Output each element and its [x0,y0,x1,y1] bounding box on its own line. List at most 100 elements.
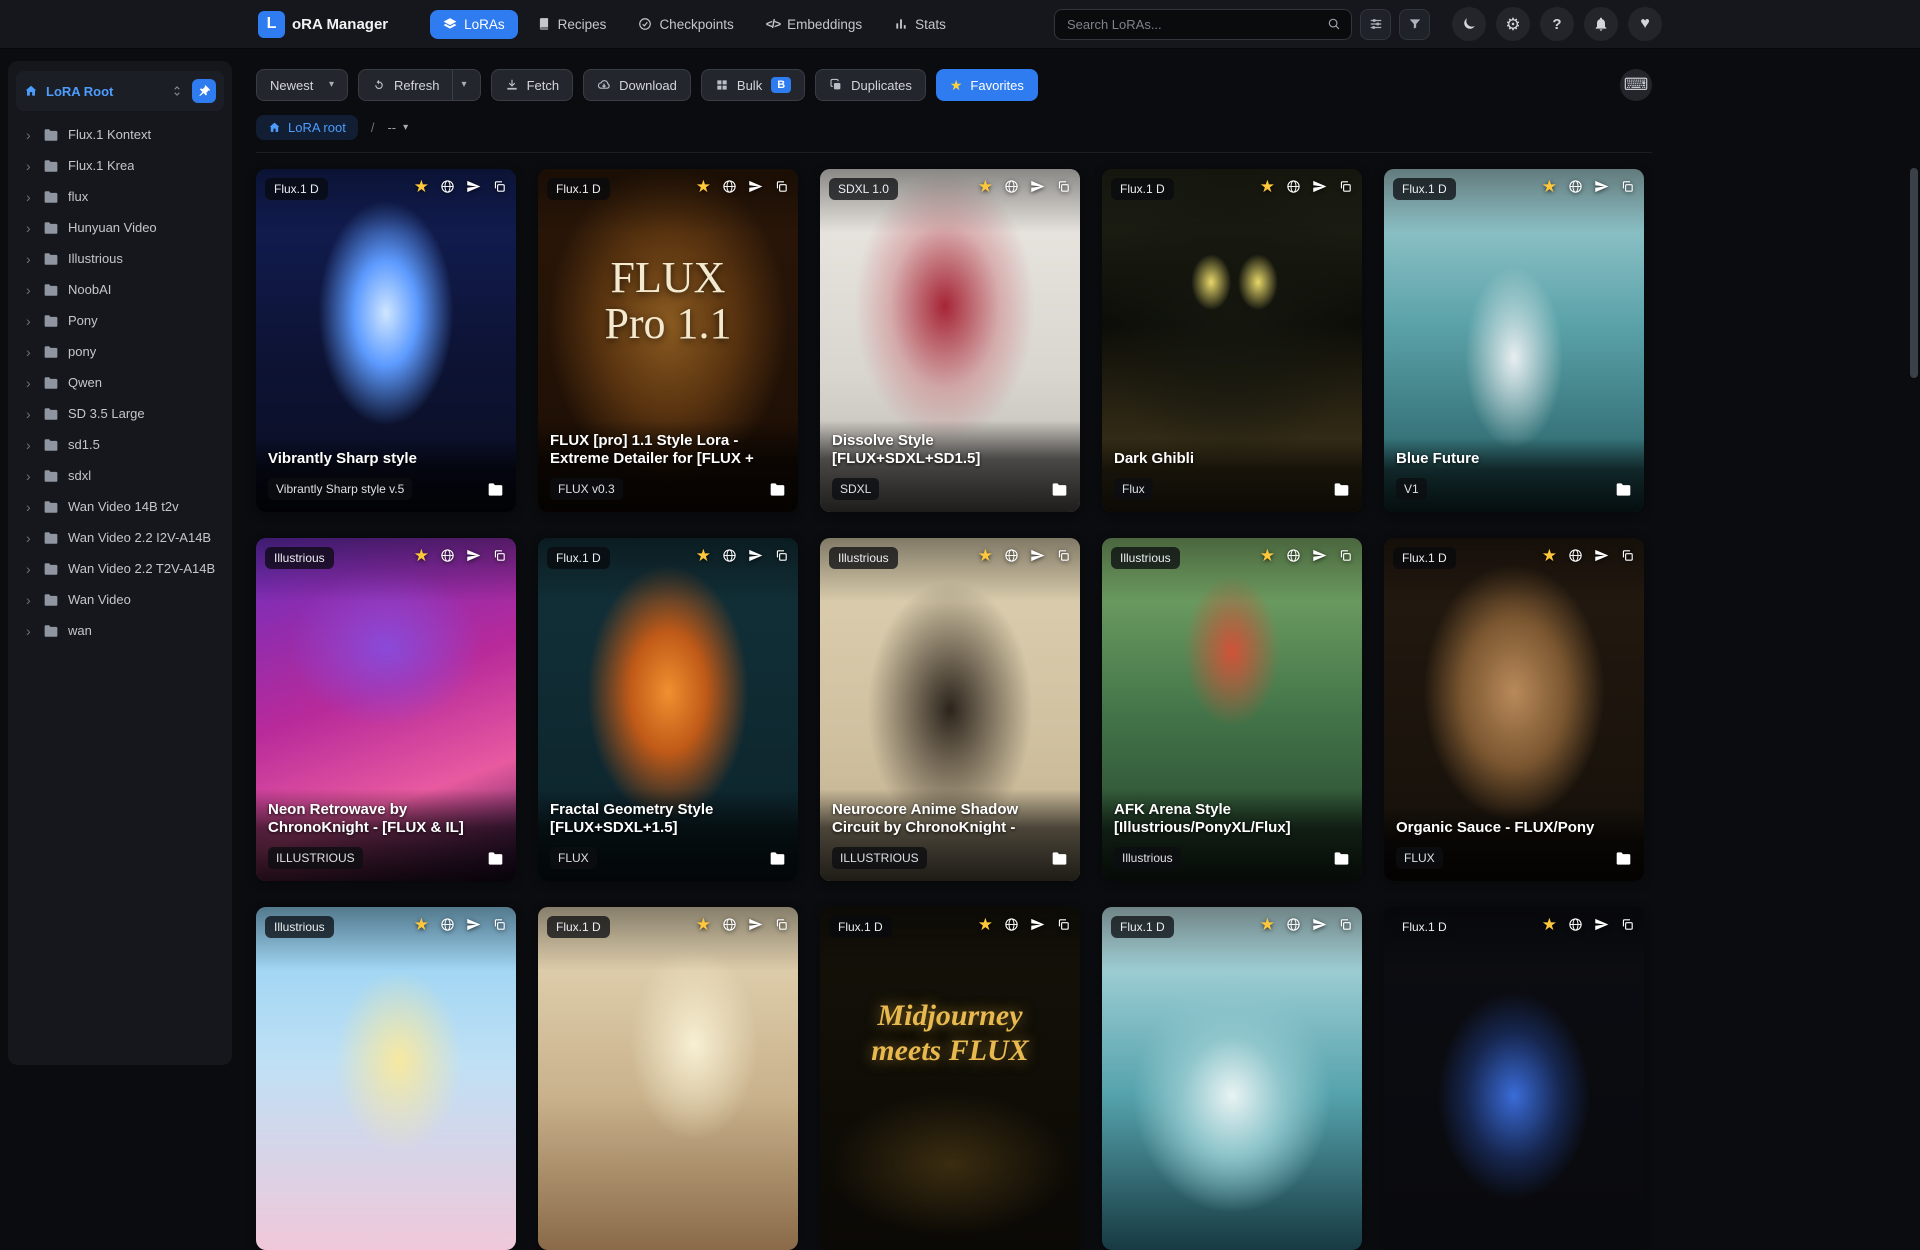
lora-card[interactable]: Flux.1 D ★ [1384,907,1644,1250]
civitai-globe-icon[interactable] [1004,917,1019,932]
favorite-star-icon[interactable]: ★ [1260,547,1275,564]
sidebar-folder-item[interactable]: › Flux.1 Krea [16,150,224,181]
civitai-globe-icon[interactable] [722,917,737,932]
theme-toggle-button[interactable] [1452,7,1486,41]
nav-tab-stats[interactable]: Stats [881,10,959,39]
copy-icon[interactable] [1338,548,1353,563]
send-icon[interactable] [1594,917,1609,932]
chevron-right-icon[interactable]: › [26,500,34,514]
favorite-star-icon[interactable]: ★ [696,178,711,195]
duplicates-button[interactable]: Duplicates [815,69,926,101]
send-icon[interactable] [1030,179,1045,194]
favorite-star-icon[interactable]: ★ [414,547,429,564]
sidebar-folder-item[interactable]: › Wan Video 14B t2v [16,491,224,522]
favorite-star-icon[interactable]: ★ [414,178,429,195]
breadcrumb-root[interactable]: LoRA root [256,115,358,140]
refresh-button[interactable]: Refresh ▾ [358,69,481,101]
lora-card[interactable]: Illustrious ★ Neon Retrowave by ChronoKn… [256,538,516,881]
lora-card[interactable]: Illustrious ★ [256,907,516,1250]
chevron-right-icon[interactable]: › [26,469,34,483]
civitai-globe-icon[interactable] [440,917,455,932]
filter-sliders-button[interactable] [1360,8,1391,40]
scrollbar-thumb[interactable] [1910,168,1918,378]
chevron-right-icon[interactable]: › [26,314,34,328]
copy-icon[interactable] [774,179,789,194]
copy-icon[interactable] [774,917,789,932]
lora-card[interactable]: Illustrious ★ AFK Arena Style [Illustrio… [1102,538,1362,881]
favorite-star-icon[interactable]: ★ [414,916,429,933]
keyboard-shortcuts-button[interactable]: ⌨ [1620,69,1652,101]
search-icon[interactable] [1327,17,1341,31]
lora-card[interactable]: Illustrious ★ Neurocore Anime Shadow Cir… [820,538,1080,881]
nav-tab-loras[interactable]: LoRAs [430,9,518,39]
chevron-right-icon[interactable]: › [26,438,34,452]
copy-icon[interactable] [1338,179,1353,194]
copy-icon[interactable] [774,548,789,563]
send-icon[interactable] [748,548,763,563]
copy-icon[interactable] [492,179,507,194]
move-folder-icon[interactable] [769,482,786,497]
copy-icon[interactable] [1620,179,1635,194]
civitai-globe-icon[interactable] [1568,917,1583,932]
copy-icon[interactable] [1620,548,1635,563]
move-folder-icon[interactable] [1615,851,1632,866]
lora-card[interactable]: Flux.1 D ★ [538,907,798,1250]
favorite-star-icon[interactable]: ★ [978,916,993,933]
chevron-right-icon[interactable]: › [26,252,34,266]
send-icon[interactable] [1594,548,1609,563]
copy-icon[interactable] [492,917,507,932]
sidebar-folder-item[interactable]: › flux [16,181,224,212]
copy-icon[interactable] [1620,917,1635,932]
sidebar-root-item[interactable]: LoRA Root [16,71,224,111]
nav-tab-checkpoints[interactable]: Checkpoints [625,10,746,39]
civitai-globe-icon[interactable] [1004,179,1019,194]
favorites-filter-button[interactable]: ★ Favorites [935,69,1038,101]
move-folder-icon[interactable] [1615,482,1632,497]
favorite-star-icon[interactable]: ★ [696,547,711,564]
favorite-star-icon[interactable]: ★ [1260,916,1275,933]
nav-tab-recipes[interactable]: Recipes [524,10,620,39]
sidebar-folder-item[interactable]: › pony [16,336,224,367]
sidebar-folder-item[interactable]: › Illustrious [16,243,224,274]
page-scrollbar[interactable] [1910,0,1918,1080]
send-icon[interactable] [466,548,481,563]
lora-card[interactable]: Flux.1 D ★ Dark Ghibli Flux [1102,169,1362,512]
lora-card[interactable]: FLUX Pro 1.1 Flux.1 D ★ FLUX [pro] 1.1 S… [538,169,798,512]
lora-card[interactable]: Flux.1 D ★ Vibrantly Sharp style Vibrant… [256,169,516,512]
civitai-globe-icon[interactable] [1286,179,1301,194]
move-folder-icon[interactable] [769,851,786,866]
filter-funnel-button[interactable] [1399,8,1430,40]
civitai-globe-icon[interactable] [722,548,737,563]
favorite-star-icon[interactable]: ★ [1542,916,1557,933]
send-icon[interactable] [1030,917,1045,932]
copy-icon[interactable] [1056,548,1071,563]
sidebar-folder-item[interactable]: › Wan Video 2.2 I2V-A14B [16,522,224,553]
send-icon[interactable] [1312,548,1327,563]
fetch-button[interactable]: Fetch [490,69,574,101]
lora-card[interactable]: Midjourney meets FLUX Flux.1 D ★ [820,907,1080,1250]
sort-select[interactable]: Newest ▾ [256,69,348,101]
pin-button[interactable] [192,79,216,103]
chevron-right-icon[interactable]: › [26,128,34,142]
civitai-globe-icon[interactable] [1568,179,1583,194]
move-folder-icon[interactable] [1333,851,1350,866]
move-folder-icon[interactable] [1333,482,1350,497]
bulk-button[interactable]: Bulk B [700,69,806,101]
send-icon[interactable] [1594,179,1609,194]
favorite-star-icon[interactable]: ★ [1260,178,1275,195]
sidebar-folder-item[interactable]: › Wan Video 2.2 T2V-A14B [16,553,224,584]
search-input[interactable] [1065,15,1319,33]
chevron-right-icon[interactable]: › [26,345,34,359]
move-folder-icon[interactable] [487,482,504,497]
chevron-right-icon[interactable]: › [26,624,34,638]
move-folder-icon[interactable] [487,851,504,866]
refresh-dropdown-toggle[interactable]: ▾ [451,70,467,100]
copy-icon[interactable] [1338,917,1353,932]
sidebar-folder-item[interactable]: › sdxl [16,460,224,491]
move-folder-icon[interactable] [1051,851,1068,866]
chevron-right-icon[interactable]: › [26,159,34,173]
chevron-right-icon[interactable]: › [26,283,34,297]
chevron-right-icon[interactable]: › [26,593,34,607]
copy-icon[interactable] [1056,917,1071,932]
sidebar-folder-item[interactable]: › SD 3.5 Large [16,398,224,429]
